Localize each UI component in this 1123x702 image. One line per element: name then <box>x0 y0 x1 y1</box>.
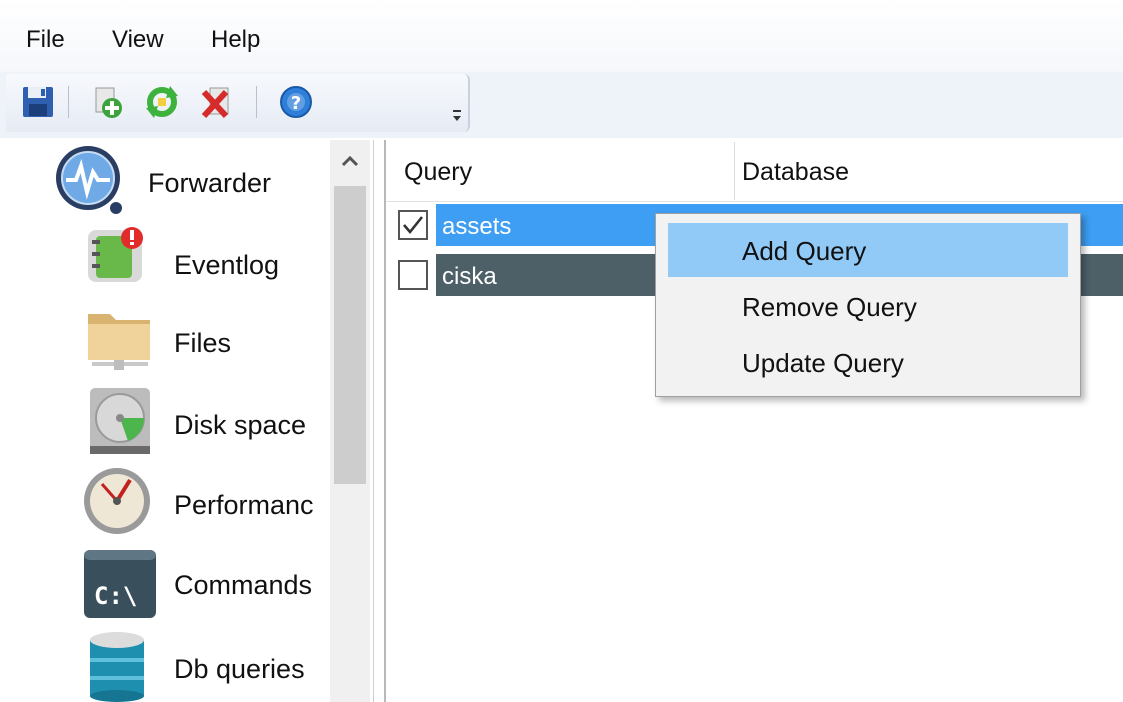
toolbar-separator <box>68 86 69 118</box>
sidebar-item-label: Files <box>174 328 232 358</box>
row-query-name: assets <box>442 213 512 240</box>
menu-item-add-query[interactable]: Add Query <box>668 223 1068 277</box>
database-icon <box>90 632 144 702</box>
menu-item-label: Add Query <box>742 236 867 266</box>
column-divider[interactable] <box>734 142 735 200</box>
sidebar-item-label: Disk space <box>174 410 307 440</box>
row-checkbox[interactable] <box>398 210 428 240</box>
sidebar-item-label: Performanc <box>174 490 314 520</box>
sidebar-item-eventlog[interactable]: Eventlog <box>0 222 330 292</box>
disk-icon <box>90 388 150 454</box>
folder-icon <box>88 314 150 370</box>
svg-text:C:\: C:\ <box>94 582 137 610</box>
row-query-name: ciska <box>442 263 497 290</box>
menu-item-label: Update Query <box>742 348 904 378</box>
toolbar-overflow-icon[interactable] <box>450 104 464 126</box>
menu-file[interactable]: File <box>26 26 65 54</box>
row-checkbox[interactable] <box>398 260 428 290</box>
sidebar-scrollbar-thumb[interactable] <box>334 186 366 484</box>
sidebar-item-label: Db queries <box>174 654 305 684</box>
list-header: Query Database <box>386 140 1123 202</box>
toolbar-separator <box>256 86 257 118</box>
menu-item-remove-query[interactable]: Remove Query <box>668 279 1068 333</box>
menu-item-label: Remove Query <box>742 292 917 322</box>
scroll-up-icon[interactable] <box>336 150 364 172</box>
eventlog-icon <box>88 227 143 282</box>
sidebar-item-performance[interactable]: Performanc <box>0 464 330 534</box>
delete-icon[interactable] <box>200 84 236 120</box>
checkmark-icon <box>403 216 424 235</box>
menu-help[interactable]: Help <box>211 26 260 54</box>
sidebar-item-disk-space[interactable]: Disk space <box>0 384 330 454</box>
add-icon[interactable] <box>90 84 126 120</box>
gauge-icon <box>84 468 150 534</box>
sidebar-item-files[interactable]: Files <box>0 302 330 372</box>
sidebar-item-db-queries[interactable]: Db queries <box>0 626 330 702</box>
save-icon[interactable] <box>20 84 56 120</box>
column-header-query[interactable]: Query <box>404 158 472 187</box>
sidebar-item-forwarder[interactable]: Forwarder <box>0 142 330 214</box>
context-menu: Add Query Remove Query Update Query <box>655 213 1081 397</box>
toolbar: ? <box>6 74 470 132</box>
menubar: File View Help <box>0 0 1123 72</box>
sidebar-item-label: Eventlog <box>174 250 280 280</box>
refresh-icon[interactable] <box>144 84 180 120</box>
column-header-database[interactable]: Database <box>742 158 849 187</box>
sidebar-item-label: Commands <box>174 570 313 600</box>
forwarder-icon <box>56 146 122 214</box>
help-icon[interactable]: ? <box>278 84 314 120</box>
menu-item-update-query[interactable]: Update Query <box>668 335 1068 389</box>
sidebar-item-commands[interactable]: C:\ Commands <box>0 546 330 618</box>
svg-text:?: ? <box>291 93 301 114</box>
console-icon: C:\ <box>84 550 156 618</box>
sidebar-item-label: Forwarder <box>148 168 272 198</box>
menu-view[interactable]: View <box>112 26 164 54</box>
